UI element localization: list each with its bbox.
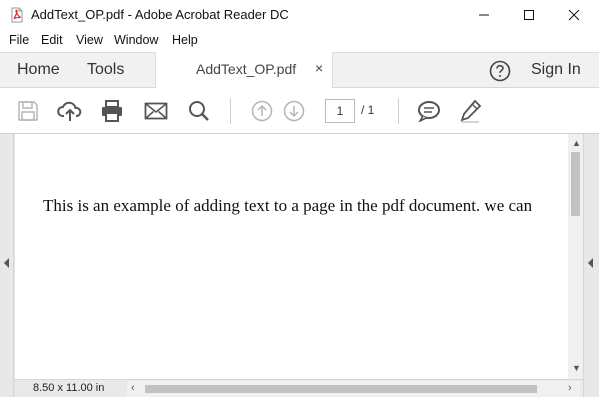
tab-bar: Home Tools AddText_OP.pdf × Sign In: [0, 52, 599, 89]
print-button[interactable]: [99, 98, 125, 124]
sign-in-link[interactable]: Sign In: [531, 61, 581, 79]
title-bar: AddText_OP.pdf - Adobe Acrobat Reader DC: [0, 0, 599, 30]
search-button[interactable]: [186, 98, 212, 124]
scroll-down-icon[interactable]: ▼: [572, 364, 581, 373]
print-icon: [102, 100, 122, 122]
menu-edit[interactable]: Edit: [41, 33, 63, 47]
menu-file[interactable]: File: [9, 33, 29, 47]
left-panel-toggle[interactable]: [0, 134, 14, 397]
tab-tools[interactable]: Tools: [87, 61, 124, 79]
horizontal-scrollbar[interactable]: ‹ ›: [127, 381, 580, 397]
expand-right-icon: [588, 258, 593, 268]
previous-page-icon: [251, 100, 273, 122]
sign-pen-icon: [460, 99, 482, 123]
close-icon: [568, 9, 580, 21]
maximize-icon: [524, 10, 534, 20]
document-area: This is an example of adding text to a p…: [0, 134, 599, 397]
document-text: This is an example of adding text to a p…: [43, 196, 533, 215]
scroll-left-icon[interactable]: ‹: [131, 382, 135, 394]
window-title: AddText_OP.pdf - Adobe Acrobat Reader DC: [31, 7, 289, 22]
pdf-page[interactable]: This is an example of adding text to a p…: [15, 134, 568, 379]
toolbar: 1 / 1: [0, 88, 599, 134]
next-page-button[interactable]: [281, 98, 307, 124]
tab-home[interactable]: Home: [17, 61, 60, 79]
toolbar-divider: [230, 98, 231, 124]
close-tab-button[interactable]: ×: [315, 60, 323, 76]
email-button[interactable]: [143, 98, 169, 124]
status-bar: 8.50 x 11.00 in ‹ ›: [15, 379, 583, 397]
menu-view[interactable]: View: [76, 33, 103, 47]
next-page-icon: [283, 100, 305, 122]
menu-window[interactable]: Window: [114, 33, 158, 47]
document-tab-label: AddText_OP.pdf: [196, 61, 297, 77]
page-size-label: 8.50 x 11.00 in: [33, 382, 105, 394]
toolbar-divider: [398, 98, 399, 124]
search-icon: [189, 101, 209, 121]
maximize-button[interactable]: [506, 0, 552, 30]
close-window-button[interactable]: [551, 0, 597, 30]
expand-left-icon: [4, 258, 9, 268]
scroll-up-icon[interactable]: ▲: [572, 139, 581, 148]
comment-icon: [418, 101, 440, 122]
vertical-scrollbar[interactable]: ▲ ▼: [568, 134, 583, 379]
email-icon: [144, 102, 168, 120]
right-panel-toggle[interactable]: [583, 134, 599, 397]
upload-cloud-icon: [57, 101, 82, 121]
upload-button[interactable]: [57, 98, 83, 124]
previous-page-button[interactable]: [249, 98, 275, 124]
save-button[interactable]: [15, 98, 41, 124]
sign-button[interactable]: [458, 98, 484, 124]
tab-document[interactable]: AddText_OP.pdf ×: [155, 52, 333, 89]
comment-button[interactable]: [416, 98, 442, 124]
help-circle-icon[interactable]: [489, 60, 511, 82]
page-total: / 1: [361, 103, 375, 117]
vertical-scroll-thumb[interactable]: [571, 152, 580, 216]
menu-bar: File Edit View Window Help: [0, 30, 599, 52]
save-icon: [18, 101, 38, 121]
menu-help[interactable]: Help: [172, 33, 198, 47]
horizontal-scroll-thumb[interactable]: [145, 385, 537, 393]
pdf-file-icon: [11, 7, 23, 23]
minimize-icon: [479, 14, 489, 16]
scroll-right-icon[interactable]: ›: [568, 382, 572, 394]
minimize-button[interactable]: [461, 0, 507, 30]
page-number-input[interactable]: 1: [325, 99, 355, 123]
